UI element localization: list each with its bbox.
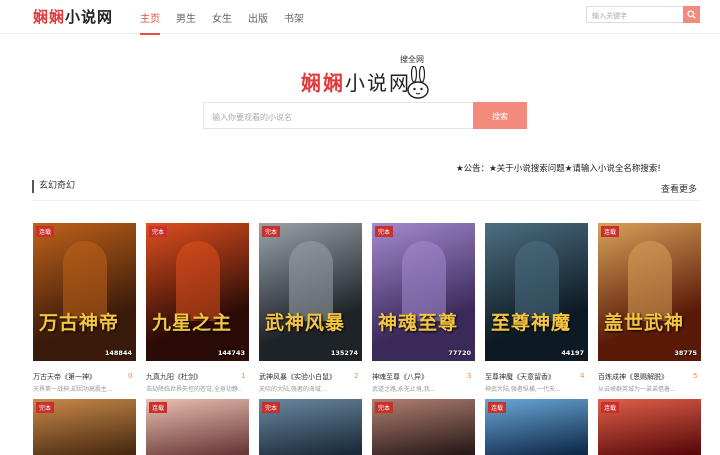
book-cover[interactable]: 神魂至尊 完本 77720: [372, 223, 475, 361]
book-rank: 3: [467, 372, 472, 380]
book-title-link[interactable]: 武神风暴《实验小白鼠》: [259, 372, 336, 382]
status-badge: 连载: [149, 402, 168, 413]
book-rank: 1: [241, 372, 246, 380]
cover-title: 盖世武神: [604, 312, 685, 334]
hero-subtitle: 搜全网: [400, 55, 424, 64]
book-description: 从云峡群英城为一弟弟借着...: [598, 386, 676, 393]
main-search-button[interactable]: 搜索: [473, 102, 527, 129]
status-badge: 完本: [262, 402, 281, 413]
book-cover[interactable]: 完本: [33, 399, 136, 455]
book-title-link[interactable]: 百炼成神《恩赐解脱》: [598, 372, 668, 382]
read-count: 38775: [674, 349, 697, 357]
notice-text: ★公告：★关于小说搜索问题★请输入小说全名称搜索!: [456, 164, 661, 174]
view-more-link[interactable]: 查看更多: [661, 182, 697, 195]
book-cover[interactable]: 完本: [372, 399, 475, 455]
logo-dark-text: 小说网: [65, 8, 114, 26]
status-badge: 连载: [601, 226, 620, 237]
book-title-link[interactable]: 九真九阳《杜剑》: [146, 372, 202, 382]
nav-home[interactable]: 主页: [132, 0, 168, 35]
book-cover[interactable]: 完本: [259, 399, 362, 455]
book-title-link[interactable]: 至尊神魔《天意留香》: [485, 372, 555, 382]
cover-title: 武神风暴: [265, 312, 346, 334]
section-title: 玄幻奇幻: [32, 180, 75, 193]
book-description: 武道之路,永无止境,我...: [372, 386, 436, 393]
cover-title: 九星之主: [152, 312, 233, 334]
cover-title: 万古神帝: [39, 312, 120, 334]
nav-publish[interactable]: 出版: [240, 0, 276, 34]
book-cover[interactable]: 连载: [146, 399, 249, 455]
read-count: 77720: [448, 349, 471, 357]
top-header: 娴娴小说网 主页 男生 女生 出版 书架 输入关键字: [0, 0, 720, 35]
hero-logo: 娴娴小说网: [301, 67, 411, 96]
bunny-mascot-icon: [407, 66, 429, 99]
book-cover[interactable]: 武神风暴 完本 135274: [259, 223, 362, 361]
book-cover[interactable]: 万古神帝 连载 148844: [33, 223, 136, 361]
status-badge: 完本: [149, 226, 168, 237]
logo-red-text: 娴娴: [33, 8, 66, 26]
main-nav: 主页 男生 女生 出版 书架: [132, 0, 312, 35]
book-rank: 4: [580, 372, 585, 380]
header-search-button[interactable]: [683, 6, 700, 23]
read-count: 135274: [330, 349, 358, 357]
section-divider: [32, 200, 700, 201]
hero-logo-dark: 小说网: [345, 71, 411, 95]
status-badge: 完本: [36, 402, 55, 413]
nav-bookshelf[interactable]: 书架: [276, 0, 312, 34]
book-cover[interactable]: 至尊神魔 44197: [485, 223, 588, 361]
book-title-link[interactable]: 万古天帝《第一神》: [33, 372, 96, 382]
book-rank: 5: [693, 372, 698, 380]
book-rank: 0: [128, 372, 133, 380]
nav-male[interactable]: 男生: [168, 0, 204, 34]
nav-female[interactable]: 女生: [204, 0, 240, 34]
main-search-input[interactable]: 输入你要观看的小说名: [203, 102, 474, 129]
book-cover[interactable]: 连载: [598, 399, 701, 455]
book-description: 天际的大陆,强者的海域...: [259, 386, 327, 393]
book-title-link[interactable]: 神魂至尊《八异》: [372, 372, 428, 382]
read-count: 148844: [104, 349, 132, 357]
read-count: 144743: [217, 349, 245, 357]
site-logo[interactable]: 娴娴小说网: [33, 6, 113, 27]
book-description: 浩劫降临世界失控的苍穹,全身功静...: [146, 386, 241, 393]
status-badge: 完本: [262, 226, 281, 237]
book-cover[interactable]: 盖世武神 连载 38775: [598, 223, 701, 361]
book-description: 天界第一战神,却因功高震主...: [33, 386, 113, 393]
book-cover[interactable]: 九星之主 完本 144743: [146, 223, 249, 361]
cover-title: 神魂至尊: [378, 312, 459, 334]
status-badge: 完本: [375, 226, 394, 237]
hero-logo-red: 娴娴: [301, 71, 345, 95]
book-cover[interactable]: 连载: [485, 399, 588, 455]
search-icon: [687, 10, 696, 19]
status-badge: 连载: [488, 402, 507, 413]
status-badge: 连载: [36, 226, 55, 237]
status-badge: 完本: [375, 402, 394, 413]
status-badge: 连载: [601, 402, 620, 413]
read-count: 44197: [561, 349, 584, 357]
book-rank: 2: [354, 372, 359, 380]
header-search-input[interactable]: 输入关键字: [586, 6, 684, 23]
cover-title: 至尊神魔: [491, 312, 572, 334]
book-description: 神武大陆,强者纵横,一代天...: [485, 386, 561, 393]
